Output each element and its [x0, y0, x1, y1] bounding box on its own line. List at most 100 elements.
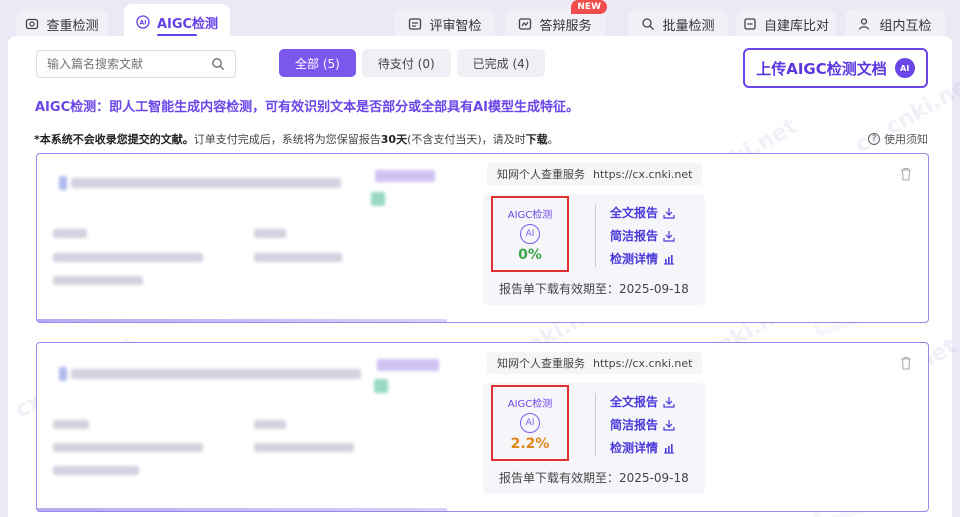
link-label: 简洁报告 — [610, 418, 659, 432]
redacted-meta — [53, 443, 203, 452]
report-record: 知网个人查重服务 https://cx.cnki.net AIGC检测 AI 0… — [36, 153, 929, 323]
delete-icon[interactable] — [900, 355, 912, 370]
redacted-tag — [375, 170, 435, 182]
report-links: 全文报告 简洁报告 检测详情 — [595, 393, 675, 456]
link-label: 检测详情 — [610, 441, 659, 455]
service-url: https://cx.cnki.net — [593, 167, 693, 181]
tab-label: 评审智检 — [429, 18, 482, 34]
full-report-download-link[interactable]: 全文报告 — [610, 393, 675, 410]
record-accent-bar — [37, 319, 447, 322]
download-icon — [663, 230, 675, 242]
detection-details-link[interactable]: 检测详情 — [610, 250, 675, 267]
service-info: 知网个人查重服务 https://cx.cnki.net — [487, 352, 703, 374]
download-expiry: 报告单下载有效期至：2025-09-18 — [499, 282, 689, 296]
record-accent-bar — [37, 508, 447, 511]
notice-end: 。 — [547, 133, 559, 146]
tab-label: 自建库比对 — [763, 18, 829, 34]
link-label: 全文报告 — [610, 395, 659, 409]
service-url: https://cx.cnki.net — [593, 356, 693, 370]
brief-report-download-link[interactable]: 简洁报告 — [610, 416, 675, 433]
review-icon — [408, 17, 422, 31]
download-icon — [663, 396, 675, 408]
aigc-label: AIGC检测 — [507, 398, 553, 410]
group-icon — [858, 17, 872, 31]
service-info: 知网个人查重服务 https://cx.cnki.net — [487, 163, 703, 185]
filter-all[interactable]: 全部 (5) — [279, 49, 356, 77]
tab-batch-check[interactable]: 批量检测 — [628, 9, 728, 39]
result-panel: AIGC检测 AI 2.2% 全文报告 简洁报告 检测详情 报告单下载有效期至： — [483, 383, 705, 494]
aigc-label: AIGC检测 — [507, 209, 553, 221]
tab-self-library[interactable]: 自建库比对 — [736, 9, 836, 39]
redacted-meta — [254, 253, 342, 262]
tab-label: 组内互检 — [879, 18, 932, 34]
status-filter-group: 全部 (5) 待支付 (0) 已完成 (4) — [279, 49, 546, 77]
filter-pending-payment[interactable]: 待支付 (0) — [361, 49, 451, 77]
search-input[interactable] — [47, 57, 211, 71]
defense-icon — [518, 17, 532, 31]
question-icon: ? — [868, 133, 880, 145]
tab-defense-service[interactable]: 答辩服务 NEW — [505, 0, 607, 39]
full-report-download-link[interactable]: 全文报告 — [610, 204, 675, 221]
redacted-tag — [377, 359, 439, 371]
download-icon — [663, 419, 675, 431]
detection-details-link[interactable]: 检测详情 — [610, 439, 675, 456]
chart-icon — [664, 443, 675, 454]
retention-notice: *本系统不会收录您提交的文献。订单支付完成后，系统将为您保留报告30天(不含支付… — [34, 131, 559, 147]
aigc-result-box[interactable]: AIGC检测 AI 2.2% — [491, 385, 569, 461]
main-panel: cx.cnki.net cx.cnki.net cx.cnki.net cx.c… — [8, 36, 960, 517]
svg-text:AI: AI — [139, 20, 146, 27]
link-label: 检测详情 — [610, 252, 659, 266]
notice-days: 30天 — [380, 133, 408, 146]
download-icon — [663, 207, 675, 219]
service-name: 知网个人查重服务 — [497, 357, 585, 370]
upload-aigc-document-button[interactable]: 上传AIGC检测文档 AI — [743, 48, 928, 88]
tab-label: 批量检测 — [662, 18, 715, 34]
tab-label: 查重检测 — [46, 18, 99, 34]
notice-prefix: *本系统不会收录您提交的文献。 — [34, 133, 194, 146]
tab-review-check[interactable]: 评审智检 — [395, 9, 495, 39]
report-links: 全文报告 简洁报告 检测详情 — [595, 204, 675, 267]
redacted-title[interactable] — [71, 178, 341, 188]
usage-notice-link[interactable]: ? 使用须知 — [868, 131, 928, 147]
delete-icon[interactable] — [900, 166, 912, 181]
notice-download: 下载 — [525, 133, 548, 146]
batch-icon — [641, 17, 655, 31]
redacted-meta — [254, 420, 286, 429]
notice-middle: 订单支付完成后，系统将为您保留报告 — [193, 133, 381, 146]
aigc-result-box[interactable]: AIGC检测 AI 0% — [491, 196, 569, 272]
tab-label: 答辩服务 — [539, 18, 592, 34]
redacted-meta — [53, 466, 139, 475]
chart-icon — [664, 254, 675, 265]
link-label: 简洁报告 — [610, 229, 659, 243]
ai-icon: AI — [520, 223, 540, 244]
ai-icon: AI — [520, 412, 540, 433]
redacted-title[interactable] — [71, 369, 361, 379]
tab-duplicate-check[interactable]: 查重检测 — [16, 9, 108, 39]
report-record: 知网个人查重服务 https://cx.cnki.net AIGC检测 AI 2… — [36, 342, 929, 512]
redacted-meta — [53, 229, 87, 238]
copy-check-icon — [25, 17, 39, 31]
tab-label: AIGC检测 — [156, 16, 219, 32]
help-label: 使用须知 — [884, 133, 928, 146]
redacted-icon — [374, 379, 388, 393]
redacted-meta — [254, 443, 354, 452]
filter-completed[interactable]: 已完成 (4) — [456, 49, 546, 77]
library-icon — [743, 17, 757, 31]
new-badge: NEW — [571, 0, 607, 14]
link-label: 全文报告 — [610, 206, 659, 220]
redacted-meta — [53, 276, 143, 285]
upload-button-label: 上传AIGC检测文档 — [756, 59, 887, 78]
tab-group-check[interactable]: 组内互检 — [845, 9, 945, 39]
tab-bar: 查重检测 AI AIGC检测 评审智检 答辩服务 NEW 批量检测 自建库比对 — [0, 0, 960, 40]
tab-aigc-check[interactable]: AI AIGC检测 — [124, 4, 230, 40]
redacted-title-marker — [59, 367, 67, 381]
search-box — [36, 50, 236, 78]
redacted-title-marker — [59, 176, 67, 190]
aigc-percentage: 0% — [518, 246, 542, 263]
search-icon[interactable] — [211, 57, 225, 71]
service-name: 知网个人查重服务 — [497, 168, 585, 181]
brief-report-download-link[interactable]: 简洁报告 — [610, 227, 675, 244]
redacted-icon — [371, 192, 385, 206]
result-panel: AIGC检测 AI 0% 全文报告 简洁报告 检测详情 报告单下载有效期至：20 — [483, 194, 705, 305]
aigc-intro-text: AIGC检测：即人工智能生成内容检测，可有效识别文本是否部分或全部具有AI模型生… — [35, 100, 580, 115]
